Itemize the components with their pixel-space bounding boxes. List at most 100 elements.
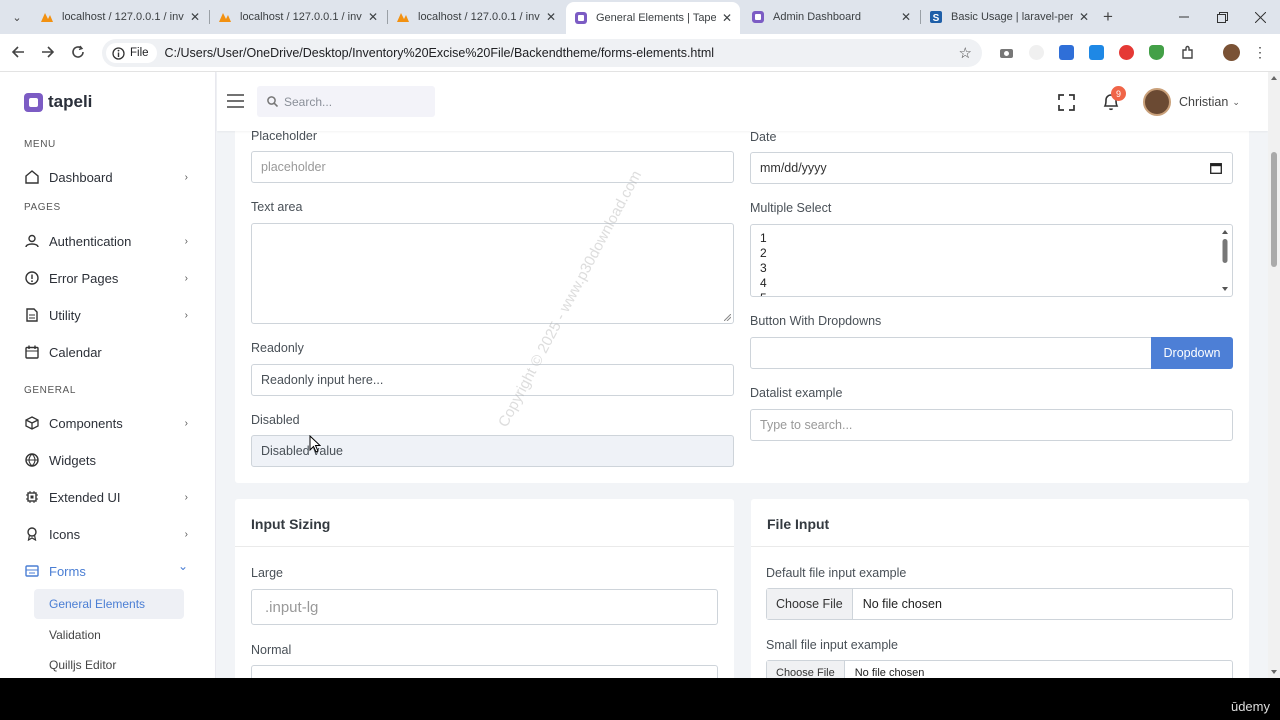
file-input-title: File Input (767, 516, 830, 532)
file-icon (24, 308, 39, 323)
forms-icon (24, 564, 39, 579)
minimize-icon[interactable] (1174, 7, 1194, 27)
window-close-icon[interactable] (1250, 7, 1270, 27)
sidebar-item-label: Error Pages (49, 270, 119, 286)
resize-handle-icon[interactable] (724, 314, 731, 321)
sidebar-item-label: Calendar (49, 344, 102, 360)
sidebar-item-label: Dashboard (49, 169, 113, 185)
address-bar[interactable]: File C:/Users/User/OneDrive/Desktop/Inve… (102, 39, 982, 67)
sidebar-item-components[interactable]: Components › (24, 408, 192, 438)
browser-tab[interactable]: localhost / 127.0.0.1 / inver ✕ (210, 4, 386, 30)
extension-icon[interactable] (1029, 45, 1044, 60)
sidebar-item-authentication[interactable]: Authentication › (24, 226, 192, 256)
multiselect-option[interactable]: 4 (760, 276, 767, 291)
user-icon (24, 234, 39, 249)
notifications-bell-icon[interactable]: 9 (1102, 86, 1126, 116)
search-icon (267, 96, 278, 107)
bookmark-star-icon[interactable]: ☆ (959, 44, 972, 62)
profile-avatar[interactable] (1223, 44, 1240, 61)
dropdown-button[interactable]: Dropdown (1151, 337, 1233, 369)
browser-tab[interactable]: localhost / 127.0.0.1 / inver ✕ (32, 4, 208, 30)
forward-icon[interactable] (38, 42, 58, 62)
dropdown-text-input[interactable] (750, 337, 1152, 369)
cpu-icon (24, 490, 39, 505)
s-icon: S (930, 11, 942, 24)
sidebar-item-dashboard[interactable]: Dashboard › (24, 162, 192, 192)
site-info-chip[interactable]: File (106, 43, 157, 63)
sidebar-item-error-pages[interactable]: Error Pages › (24, 263, 192, 293)
page-scrollbar[interactable] (1268, 72, 1280, 678)
default-file-input[interactable]: Choose File No file chosen (766, 588, 1233, 620)
camera-icon[interactable] (999, 45, 1014, 60)
video-bottom-bar: ūdemy (0, 678, 1280, 720)
sidebar-item-calendar[interactable]: Calendar (24, 337, 192, 367)
file-chip-label: File (130, 47, 149, 59)
sidebar-item-icons[interactable]: Icons › (24, 519, 192, 549)
extension-shield-icon[interactable] (1149, 45, 1164, 60)
chevron-right-icon: › (184, 235, 188, 247)
multiselect-scrollbar[interactable] (1221, 228, 1229, 293)
multiselect-option[interactable]: 3 (760, 261, 767, 276)
input-sizing-title: Input Sizing (251, 516, 331, 532)
multiselect-input[interactable]: 1 2 3 4 5 (750, 224, 1233, 297)
back-icon[interactable] (8, 42, 28, 62)
reload-icon[interactable] (68, 42, 88, 62)
small-file-input[interactable]: Choose File No file chosen (766, 660, 1233, 678)
extension-f-icon[interactable] (1089, 45, 1104, 60)
large-input[interactable]: .input-lg (251, 589, 718, 625)
normal-input[interactable] (251, 665, 718, 678)
sidebar-item-forms[interactable]: Forms ⌄ (24, 556, 192, 586)
close-tab-icon[interactable]: ✕ (190, 10, 200, 24)
sidebar-subitem-quilljs-editor[interactable]: Quilljs Editor (34, 650, 184, 678)
user-menu[interactable]: Christian ⌄ (1143, 88, 1240, 116)
chevron-right-icon: › (184, 491, 188, 503)
tab-search-chevron-icon[interactable]: ⌄ (7, 7, 27, 27)
datalist-input[interactable]: Type to search... (750, 409, 1233, 441)
chevron-down-icon: ⌄ (177, 559, 188, 573)
close-tab-icon[interactable]: ✕ (368, 10, 378, 24)
search-placeholder: Search... (284, 94, 333, 109)
browser-tab-strip: ⌄ localhost / 127.0.0.1 / inver ✕ localh… (0, 0, 1280, 34)
multiselect-option[interactable]: 1 (760, 231, 767, 246)
no-file-text: No file chosen (854, 667, 925, 678)
browser-menu-icon[interactable]: ⋮ (1250, 42, 1270, 62)
brand-logo[interactable]: tapeli (24, 92, 92, 112)
close-tab-icon[interactable]: ✕ (546, 10, 556, 24)
close-tab-icon[interactable]: ✕ (901, 10, 911, 24)
extension-record-icon[interactable] (1119, 45, 1134, 60)
placeholder-input[interactable]: placeholder (251, 151, 734, 183)
sidebar-subitem-validation[interactable]: Validation (34, 620, 184, 650)
browser-tab[interactable]: Admin Dashboard ✕ (743, 4, 919, 30)
extensions-puzzle-icon[interactable] (1180, 45, 1195, 60)
sidebar-item-widgets[interactable]: Widgets (24, 445, 192, 475)
udemy-logo: ūdemy (1230, 699, 1270, 714)
date-input[interactable]: mm/dd/yyyy (750, 152, 1233, 184)
info-icon (112, 46, 125, 60)
hamburger-menu-icon[interactable] (227, 94, 244, 113)
browser-tab[interactable]: S Basic Usage | laravel-perm ✕ (921, 4, 1097, 30)
choose-file-button[interactable]: Choose File (767, 589, 853, 619)
restore-icon[interactable] (1212, 7, 1232, 27)
sidebar-subitem-general-elements[interactable]: General Elements (34, 589, 184, 619)
fullscreen-icon[interactable] (1058, 94, 1075, 116)
new-tab-button[interactable]: + (1098, 7, 1118, 27)
close-tab-icon[interactable]: ✕ (1079, 10, 1089, 24)
multiselect-option[interactable]: 2 (760, 246, 767, 261)
browser-tab[interactable]: localhost / 127.0.0.1 / inver ✕ (388, 4, 564, 30)
search-input[interactable]: Search... (257, 86, 435, 117)
phpmyadmin-icon (41, 13, 53, 22)
multiselect-option[interactable]: 5 (760, 291, 767, 296)
tab-title: localhost / 127.0.0.1 / inver (418, 11, 540, 23)
sidebar-item-utility[interactable]: Utility › (24, 300, 192, 330)
close-tab-icon[interactable]: ✕ (722, 11, 732, 25)
choose-file-button[interactable]: Choose File (767, 661, 845, 678)
calendar-picker-icon[interactable] (1210, 162, 1222, 174)
normal-label: Normal (251, 643, 292, 657)
small-file-label: Small file input example (766, 638, 899, 652)
extension-docs-icon[interactable] (1059, 45, 1074, 60)
browser-toolbar: File C:/Users/User/OneDrive/Desktop/Inve… (0, 34, 1280, 72)
svg-text:S: S (933, 13, 940, 24)
sidebar-item-extended-ui[interactable]: Extended UI › (24, 482, 192, 512)
browser-tab-active[interactable]: General Elements | Tapeli - ✕ (566, 2, 740, 34)
textarea-input[interactable] (251, 223, 734, 324)
